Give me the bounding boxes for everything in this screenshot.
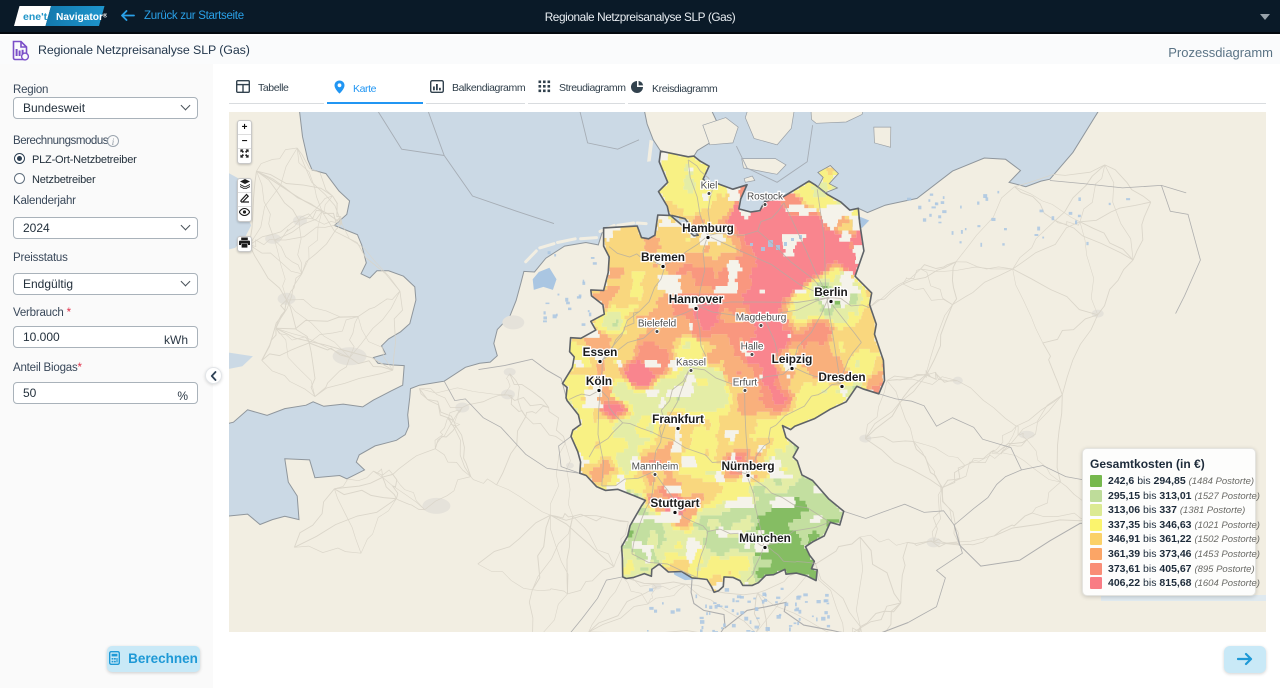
svg-text:Dresden: Dresden — [818, 370, 865, 384]
svg-text:Berlin: Berlin — [814, 285, 847, 299]
svg-text:Halle: Halle — [741, 342, 764, 353]
svg-text:Magdeburg: Magdeburg — [736, 313, 787, 324]
svg-text:Essen: Essen — [583, 345, 618, 359]
svg-text:Erfurt: Erfurt — [733, 378, 758, 389]
svg-text:Kassel: Kassel — [676, 358, 706, 369]
svg-text:Köln: Köln — [586, 374, 612, 388]
svg-text:Bielefeld: Bielefeld — [638, 319, 676, 330]
svg-text:Frankfurt: Frankfurt — [652, 412, 704, 426]
svg-text:Hamburg: Hamburg — [682, 221, 734, 235]
svg-text:Leipzig: Leipzig — [772, 352, 813, 366]
svg-text:Hannover: Hannover — [669, 292, 724, 306]
svg-text:Nürnberg: Nürnberg — [721, 459, 774, 473]
svg-text:Stuttgart: Stuttgart — [650, 496, 699, 510]
svg-text:Rostock: Rostock — [747, 192, 784, 203]
svg-text:Kiel: Kiel — [701, 181, 718, 192]
svg-text:München: München — [739, 531, 791, 545]
svg-text:Mannheim: Mannheim — [632, 462, 679, 473]
svg-text:Bremen: Bremen — [641, 250, 685, 264]
